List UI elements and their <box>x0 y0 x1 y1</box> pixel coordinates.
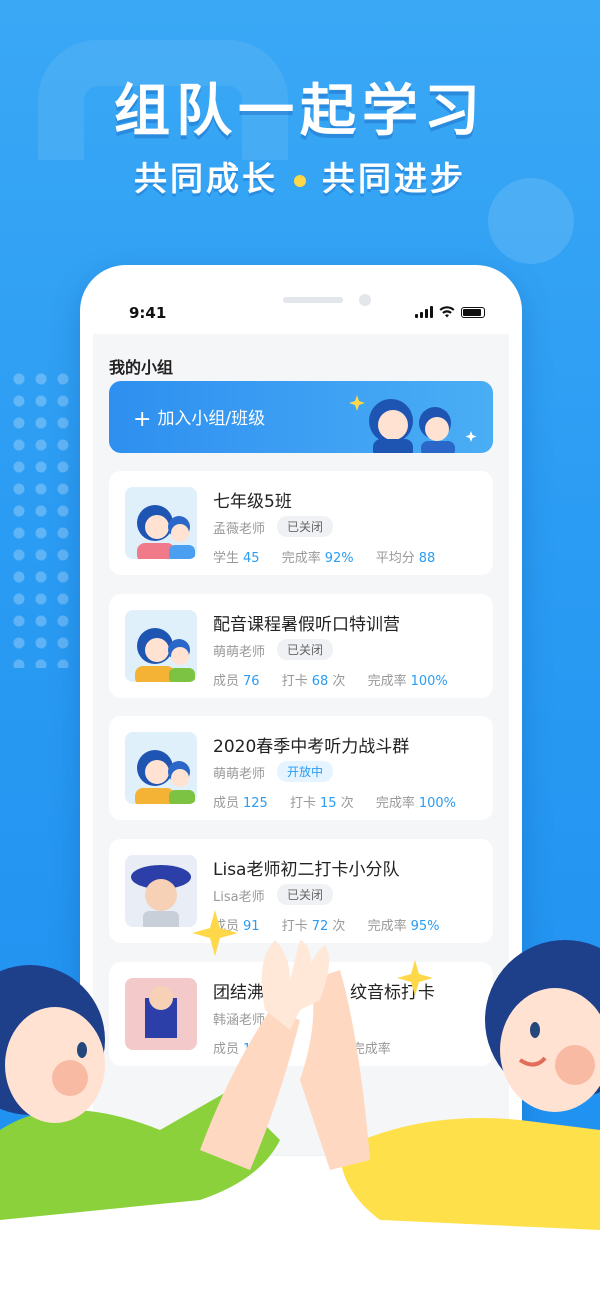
group-stats: 成员 76 打卡 68 次 完成率 100% <box>213 674 448 689</box>
status-badge: 开放中 <box>277 761 334 782</box>
status-bar: 9:41 <box>93 278 509 334</box>
separator-dot <box>294 174 306 187</box>
signal-icon <box>415 306 433 318</box>
dot-pattern <box>8 368 78 668</box>
high-five-illustration <box>0 910 600 1299</box>
group-title: Lisa老师初二打卡小分队 <box>213 860 400 880</box>
group-card[interactable]: 2020春季中考听力战斗群 萌萌老师 开放中 成员 125 打卡 15 次 完成率 1… <box>109 716 493 820</box>
teacher-name: 萌萌老师 <box>213 767 266 782</box>
teacher-name: 萌萌老师 <box>213 645 266 660</box>
promo-title: 组队一起学习 <box>114 79 486 144</box>
system-icons <box>415 306 485 318</box>
battery-icon <box>461 306 485 318</box>
group-title: 七年级5班 <box>213 492 292 512</box>
join-group-button[interactable]: + 加入小组/班级 <box>109 381 493 453</box>
group-avatar <box>125 487 197 559</box>
camera <box>359 294 371 306</box>
status-badge: 已关闭 <box>277 639 334 660</box>
promo-subtitle-left: 共同成长 <box>134 159 278 198</box>
status-badge: 已关闭 <box>277 516 334 537</box>
group-avatar <box>125 610 197 682</box>
join-group-label: + 加入小组/班级 <box>133 407 266 432</box>
group-card[interactable]: 配音课程暑假听口特训营 萌萌老师 已关闭 成员 76 打卡 68 次 完成率 100% <box>109 594 493 698</box>
group-avatar <box>125 732 197 804</box>
plus-icon: + <box>133 407 152 432</box>
group-stats: 成员 125 打卡 15 次 完成率 100% <box>213 796 457 811</box>
promo-subtitle: 共同成长 共同进步 <box>0 152 600 200</box>
speaker <box>283 297 343 303</box>
group-title: 2020春季中考听力战斗群 <box>213 737 410 757</box>
section-title: 我的小组 <box>109 358 174 377</box>
teacher-name: 孟薇老师 <box>213 522 266 537</box>
promo-subtitle-right: 共同进步 <box>322 159 466 198</box>
group-card[interactable]: 七年级5班 孟薇老师 已关闭 学生 45 完成率 92% 平均分 88 <box>109 471 493 575</box>
wifi-icon <box>439 306 455 318</box>
group-title: 配音课程暑假听口特训营 <box>213 615 400 635</box>
group-stats: 学生 45 完成率 92% 平均分 88 <box>213 551 436 566</box>
students-illustration <box>349 395 477 453</box>
status-time: 9:41 <box>129 304 167 322</box>
